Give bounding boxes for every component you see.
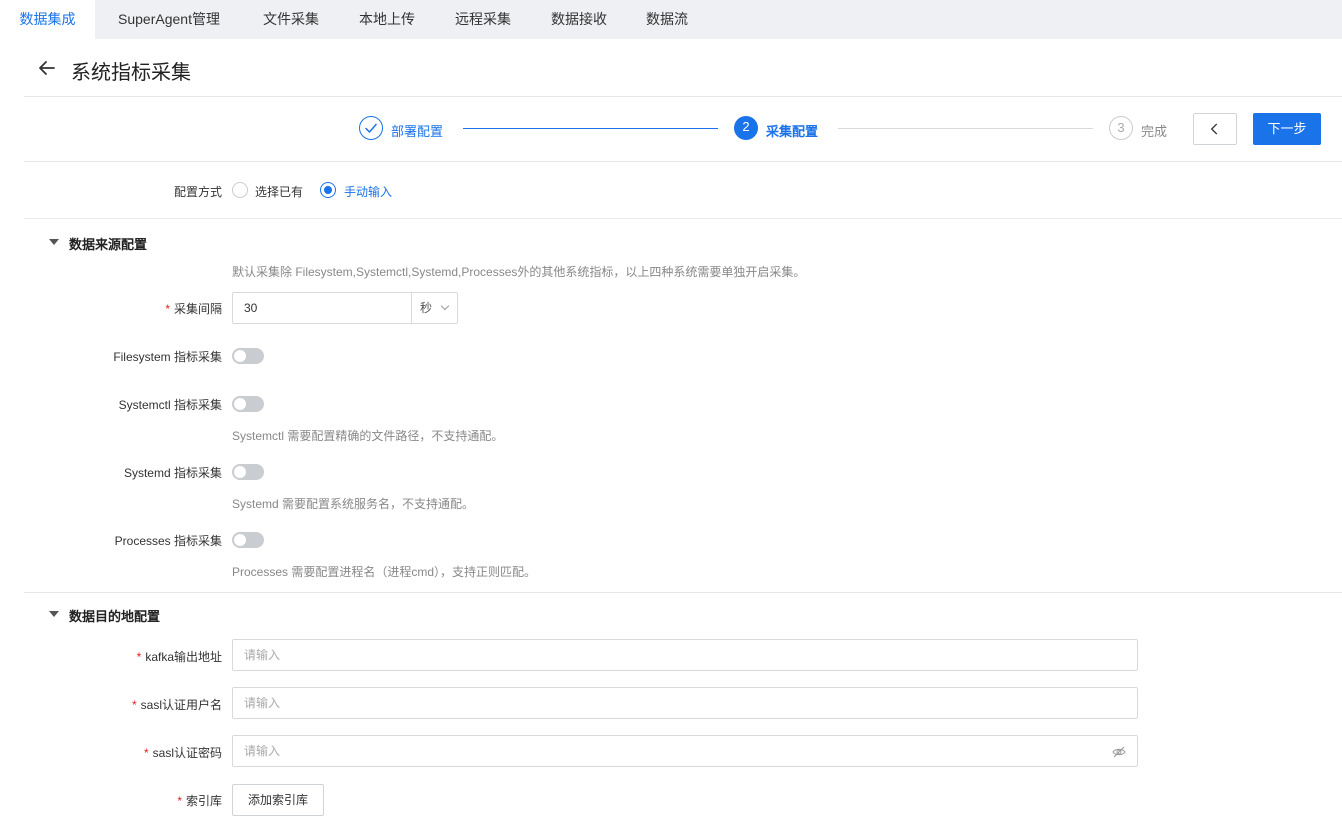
required-mark: * [177,794,182,808]
step-connector-2 [838,128,1093,129]
section-title-destination: 数据目的地配置 [69,609,161,624]
systemd-hint: Systemd 需要配置系统服务名，不支持通配。 [232,497,475,511]
next-step-button[interactable]: 下一步 [1253,113,1321,145]
kafka-label: kafka输出地址 [145,650,222,664]
interval-input[interactable] [233,293,411,323]
collapse-caret-icon[interactable] [49,611,59,617]
kafka-input[interactable] [233,640,1137,670]
tab-data-flow[interactable]: 数据流 [627,0,707,39]
top-nav: 数据集成 SuperAgent管理 文件采集 本地上传 远程采集 数据接收 数据… [0,0,1342,39]
tab-remote-collect[interactable]: 远程采集 [435,0,531,39]
sasl-pwd-label-wrap: * sasl认证密码 [60,744,222,761]
interval-label: 采集间隔 [173,302,222,316]
sasl-pwd-input-box [232,735,1138,767]
kafka-label-wrap: * kafka输出地址 [60,648,222,665]
step-connector-1 [463,128,718,129]
page-title: 系统指标采集 [71,62,191,84]
filesystem-toggle[interactable] [232,348,264,364]
required-mark: * [143,746,149,760]
add-index-button[interactable]: 添加索引库 [232,784,324,816]
radio-select-existing[interactable] [232,182,248,198]
sasl-user-label-wrap: * sasl认证用户名 [60,696,222,713]
back-arrow-icon[interactable] [36,57,58,79]
systemctl-toggle-label: Systemctl 指标采集 [118,398,222,412]
systemd-toggle[interactable] [232,464,264,480]
radio-manual-input-label[interactable]: 手动输入 [344,183,392,200]
section-divider [24,592,1342,593]
interval-unit-select[interactable]: 秒 [411,293,457,323]
tab-data-receive[interactable]: 数据接收 [531,0,627,39]
sasl-user-input-box [232,687,1138,719]
index-label: 索引库 [185,794,222,808]
collapse-caret-icon[interactable] [49,239,59,245]
processes-hint: Processes 需要配置进程名（进程cmd），支持正则匹配。 [232,565,537,579]
processes-toggle-label: Processes 指标采集 [114,534,222,548]
prev-button[interactable] [1193,113,1237,145]
filesystem-toggle-label: Filesystem 指标采集 [113,350,222,364]
tab-local-upload[interactable]: 本地上传 [339,0,435,39]
step-3-circle: 3 [1109,116,1133,140]
kafka-input-box [232,639,1138,671]
sasl-pwd-label: sasl认证密码 [152,746,222,760]
step-indicator: 部署配置 2 采集配置 3 完成 下一步 [24,97,1342,162]
config-mode-row: 配置方式 选择已有 手动输入 [24,162,1342,219]
radio-manual-input[interactable] [320,182,336,198]
systemctl-hint: Systemctl 需要配置精确的文件路径，不支持通配。 [232,429,504,443]
systemd-toggle-label: Systemd 指标采集 [123,466,222,480]
tab-superagent[interactable]: SuperAgent管理 [95,0,243,39]
eye-off-icon[interactable] [1112,745,1126,759]
config-mode-label: 配置方式 [173,185,222,199]
tab-file-collect[interactable]: 文件采集 [243,0,339,39]
required-mark: * [165,302,170,316]
interval-label-wrap: * 采集间隔 [100,300,222,317]
step-3-label: 完成 [1141,124,1168,139]
index-label-wrap: * 索引库 [60,792,222,809]
chevron-left-icon [1211,123,1218,135]
radio-select-existing-label[interactable]: 选择已有 [255,183,303,200]
sasl-user-label: sasl认证用户名 [140,698,222,712]
step-1-label: 部署配置 [391,124,444,139]
interval-unit-value: 秒 [420,301,433,315]
required-mark: * [136,650,142,664]
tab-data-integration[interactable]: 数据集成 [0,0,95,39]
page-header: 系统指标采集 [24,39,1342,97]
source-hint: 默认采集除 Filesystem,Systemctl,Systemd,Proce… [232,265,806,279]
sasl-user-input[interactable] [233,688,1137,718]
interval-input-group: 秒 [232,292,458,324]
sasl-pwd-input[interactable] [233,736,1093,766]
step-1-check-icon [359,116,383,140]
section-title-source: 数据来源配置 [69,237,148,252]
step-2-circle: 2 [734,116,758,140]
chevron-down-icon [440,301,450,311]
systemctl-toggle[interactable] [232,396,264,412]
required-mark: * [131,698,137,712]
step-2-label: 采集配置 [766,124,819,139]
processes-toggle[interactable] [232,532,264,548]
